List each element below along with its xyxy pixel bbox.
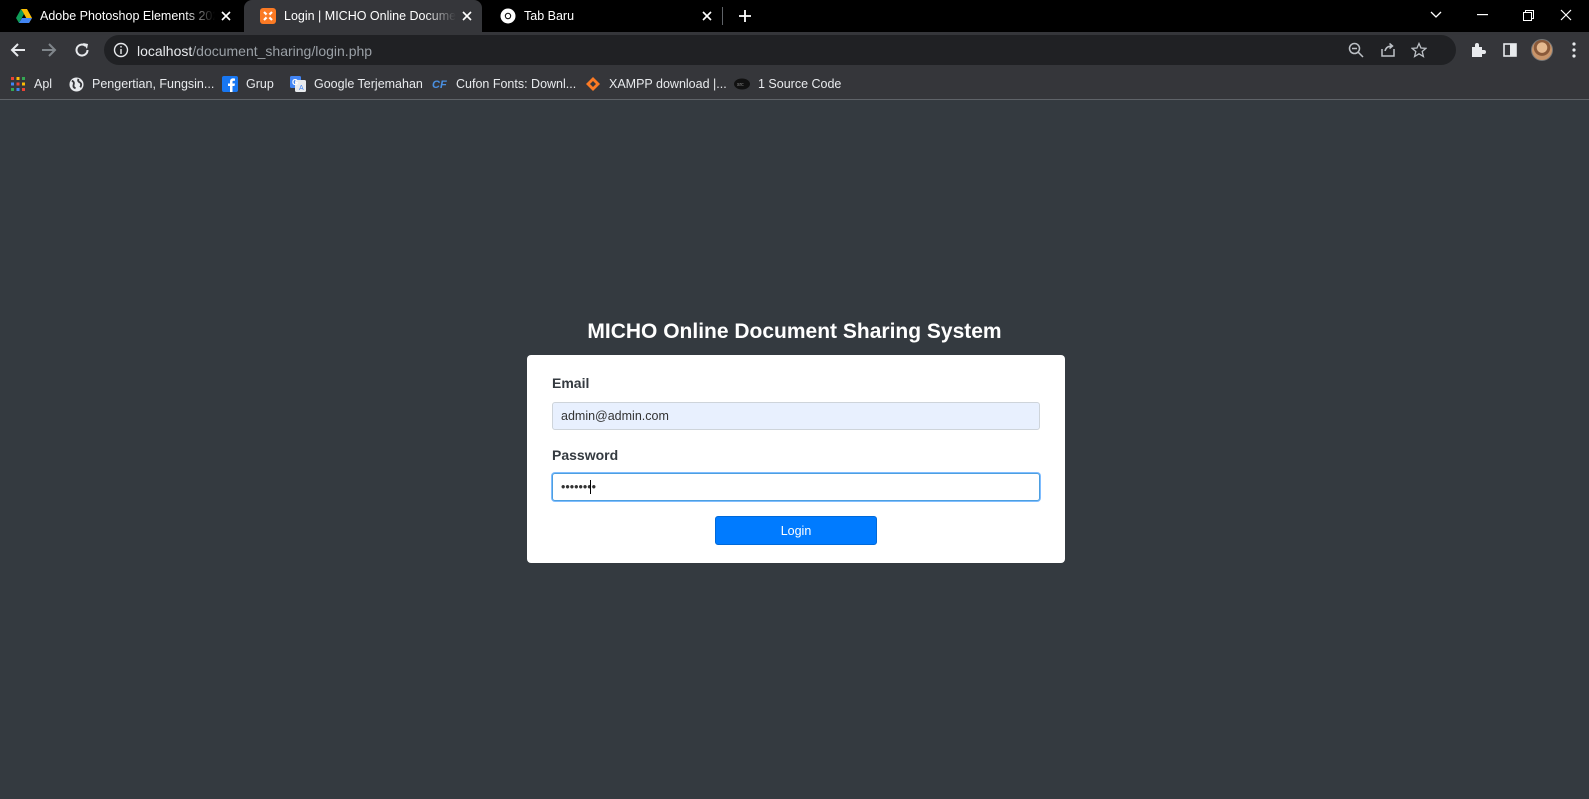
bookmark-label: 1 Source Code [758, 77, 842, 91]
tab-title: Login | MICHO Online Document Sharing Sy… [284, 9, 456, 23]
bookmark-pengertian[interactable]: Pengertian, Fungsin... [68, 74, 214, 94]
bookmark-label: Pengertian, Fungsin... [92, 77, 215, 91]
page-title: MICHO Online Document Sharing System [587, 320, 1002, 343]
bookmark-star-icon[interactable] [1409, 40, 1429, 60]
password-field[interactable] [552, 473, 1040, 501]
text-cursor [590, 480, 591, 494]
avatar [1531, 39, 1553, 61]
close-tab-icon[interactable] [456, 5, 478, 27]
address-bar[interactable]: localhost/document_sharing/login.php [104, 35, 1456, 65]
plus-icon [739, 10, 751, 22]
apps-grid-icon [10, 76, 26, 92]
tab-login-micho[interactable]: Login | MICHO Online Document Sharing Sy… [244, 0, 482, 32]
profile-button[interactable] [1528, 36, 1556, 64]
arrow-left-icon [10, 43, 25, 57]
cufon-icon: CF [432, 76, 448, 92]
source-code-icon: src [734, 76, 750, 92]
svg-text:A: A [299, 85, 304, 92]
info-icon[interactable] [113, 42, 129, 58]
bookmark-xampp-download[interactable]: XAMPP download |... [585, 74, 727, 94]
puzzle-icon [1472, 43, 1486, 57]
tab-search-button[interactable] [1413, 0, 1459, 30]
back-button[interactable] [4, 36, 32, 64]
bookmark-google-terjemahan[interactable]: GA Google Terjemahan [290, 74, 423, 94]
email-field[interactable] [552, 402, 1040, 430]
bookmark-source-code[interactable]: src 1 Source Code [734, 74, 841, 94]
login-button[interactable]: Login [715, 516, 877, 545]
more-vert-icon [1572, 42, 1576, 58]
arrow-right-icon [42, 43, 57, 57]
bookmark-label: XAMPP download |... [609, 77, 727, 91]
xampp-icon [585, 76, 601, 92]
bookmark-cufon-fonts[interactable]: CF Cufon Fonts: Downl... [432, 74, 576, 94]
close-tab-icon[interactable] [215, 5, 237, 27]
extensions-button[interactable] [1464, 36, 1492, 64]
side-panel-icon [1503, 43, 1517, 57]
url-text[interactable]: localhost/document_sharing/login.php [137, 43, 372, 59]
reload-icon [75, 43, 89, 57]
bookmark-label: Cufon Fonts: Downl... [456, 77, 577, 91]
menu-button[interactable] [1560, 36, 1588, 64]
page-content: MICHO Online Document Sharing System Ema… [0, 100, 1589, 799]
email-label: Email [552, 375, 590, 391]
tab-title: Adobe Photoshop Elements 2021 [40, 9, 215, 23]
browser-toolbar: localhost/document_sharing/login.php [0, 32, 1589, 68]
restore-icon [1522, 9, 1534, 21]
globe-icon [68, 76, 84, 92]
google-translate-icon: GA [290, 76, 306, 92]
bookmarks-bar: Apl Pengertian, Fungsin... Grup GA Googl… [0, 68, 1589, 100]
tab-title: Tab Baru [524, 9, 575, 23]
chevron-down-icon [1430, 11, 1442, 18]
tab-adobe-photoshop[interactable]: Adobe Photoshop Elements 2021 [0, 0, 241, 32]
bookmark-apl[interactable]: Apl [10, 74, 52, 94]
close-window-button[interactable] [1543, 0, 1589, 30]
new-tab-button[interactable] [733, 4, 757, 28]
facebook-icon [222, 76, 238, 92]
svg-text:src: src [737, 82, 744, 88]
svg-text:G: G [292, 78, 298, 87]
bookmark-grup[interactable]: Grup [222, 74, 274, 94]
svg-text:CF: CF [432, 79, 447, 91]
minimize-button[interactable] [1459, 0, 1505, 30]
forward-button[interactable] [35, 36, 63, 64]
password-label: Password [552, 447, 619, 463]
login-card: Email Password Login [527, 355, 1065, 563]
bookmark-label: Grup [246, 77, 274, 91]
bookmark-label: Apl [34, 77, 53, 91]
tab-tab-baru[interactable]: Tab Baru [484, 0, 722, 32]
minimize-icon [1476, 14, 1488, 16]
xampp-icon [260, 8, 276, 24]
zoom-icon[interactable] [1346, 40, 1366, 60]
tab-separator [722, 7, 723, 25]
google-drive-icon [16, 8, 32, 24]
reload-button[interactable] [68, 36, 96, 64]
share-icon[interactable] [1378, 40, 1398, 60]
browser-tab-bar: Adobe Photoshop Elements 2021 Login | MI… [0, 0, 1589, 32]
close-icon [1560, 9, 1572, 21]
close-tab-icon[interactable] [696, 5, 718, 27]
bookmark-label: Google Terjemahan [314, 77, 423, 91]
chrome-icon [500, 8, 516, 24]
side-panel-button[interactable] [1496, 36, 1524, 64]
